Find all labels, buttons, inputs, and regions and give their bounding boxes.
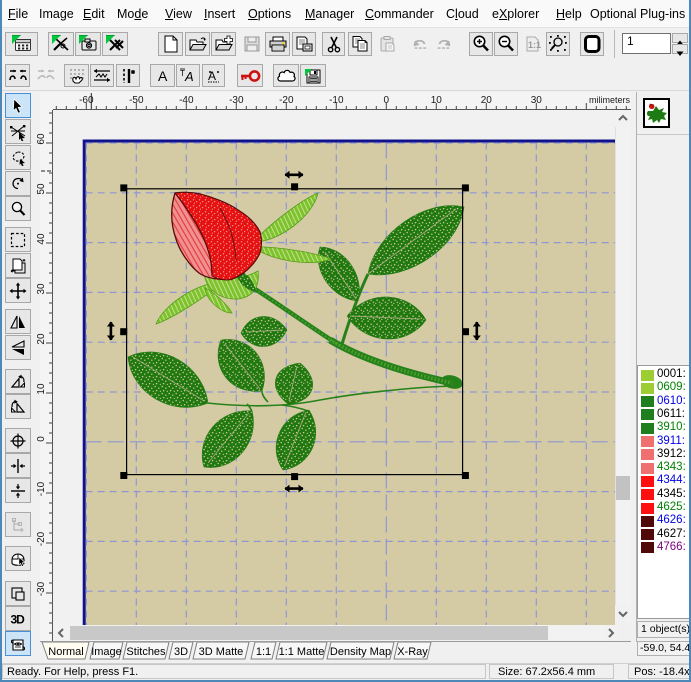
svg-text:10: 10 <box>431 95 443 106</box>
svg-text:-20: -20 <box>36 531 47 546</box>
svg-text:1:1 Matte: 1:1 Matte <box>279 646 325 658</box>
svg-text:-30: -30 <box>229 95 244 106</box>
svg-text:30: 30 <box>531 95 543 106</box>
svg-text:10: 10 <box>36 383 47 395</box>
svg-text:40: 40 <box>36 233 47 245</box>
svg-text:Density Map: Density Map <box>330 646 391 658</box>
svg-text:1:1: 1:1 <box>256 646 271 658</box>
svg-text:-10: -10 <box>36 481 47 496</box>
svg-text:milimeters: milimeters <box>589 95 631 105</box>
svg-text:30: 30 <box>36 283 47 295</box>
svg-text:3D Matte: 3D Matte <box>199 646 244 658</box>
svg-text:-50: -50 <box>129 95 144 106</box>
svg-text:20: 20 <box>36 333 47 345</box>
svg-text:3D: 3D <box>174 646 188 658</box>
svg-text:Stitches: Stitches <box>126 646 166 658</box>
svg-text:20: 20 <box>481 95 493 106</box>
svg-text:50: 50 <box>36 183 47 195</box>
svg-text:Image: Image <box>91 646 122 658</box>
svg-text:-10: -10 <box>329 95 344 106</box>
svg-text:-30: -30 <box>36 581 47 596</box>
svg-text:-40: -40 <box>179 95 194 106</box>
svg-text:X-Ray: X-Ray <box>397 646 428 658</box>
svg-text:Normal: Normal <box>48 646 83 658</box>
svg-text:60: 60 <box>36 133 47 145</box>
svg-text:0: 0 <box>36 436 47 442</box>
svg-text:-20: -20 <box>279 95 294 106</box>
svg-text:0: 0 <box>384 95 390 106</box>
